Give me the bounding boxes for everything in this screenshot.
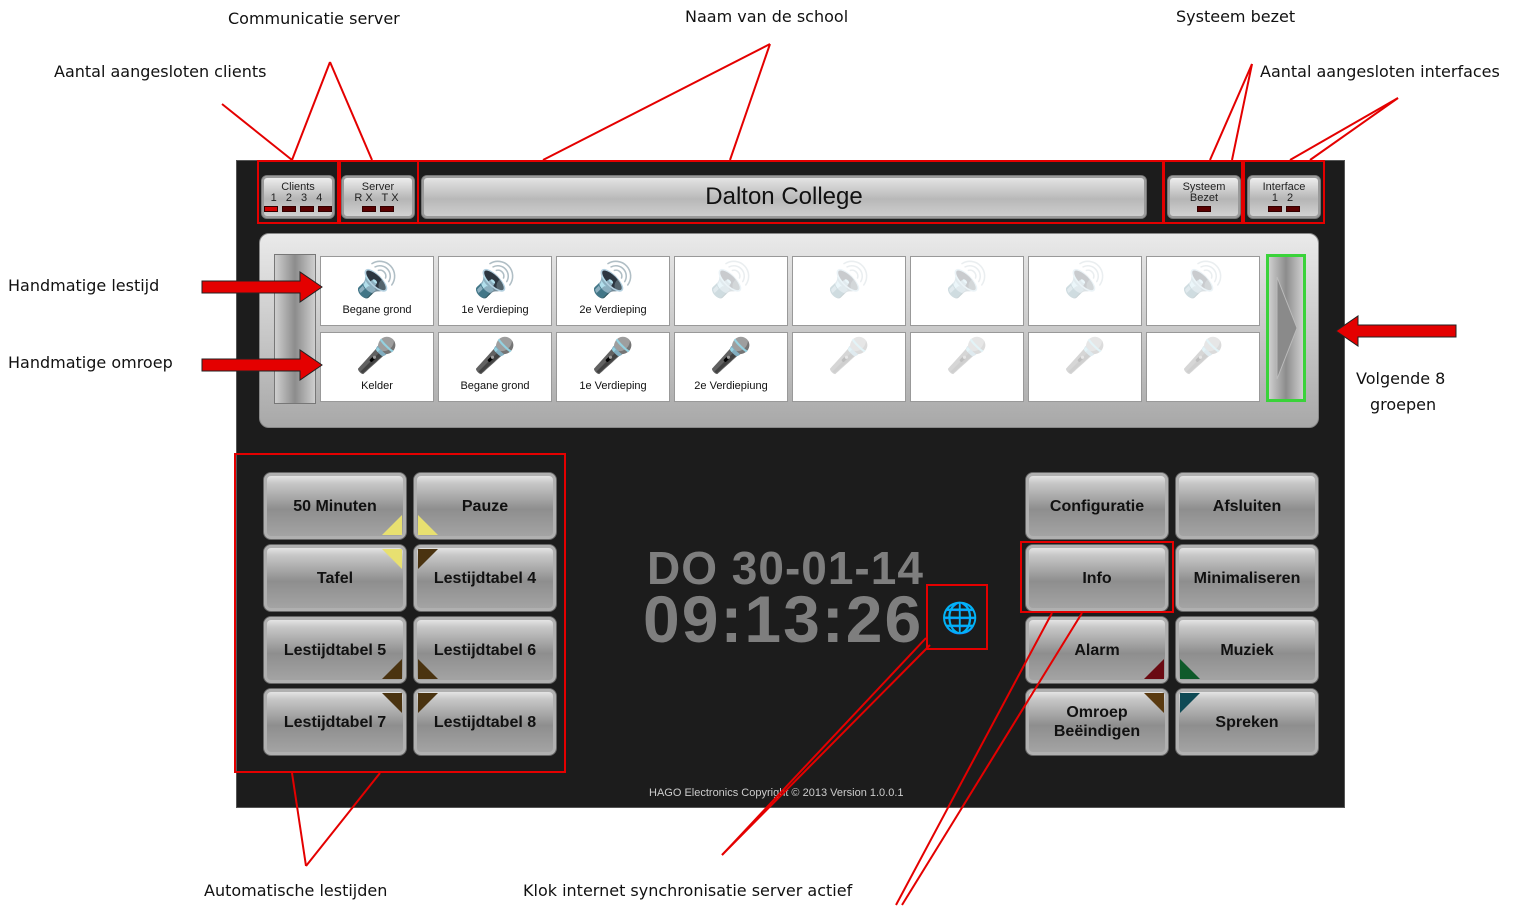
arrow-icon bbox=[201, 271, 1457, 381]
callout-lines bbox=[201, 43, 1457, 906]
